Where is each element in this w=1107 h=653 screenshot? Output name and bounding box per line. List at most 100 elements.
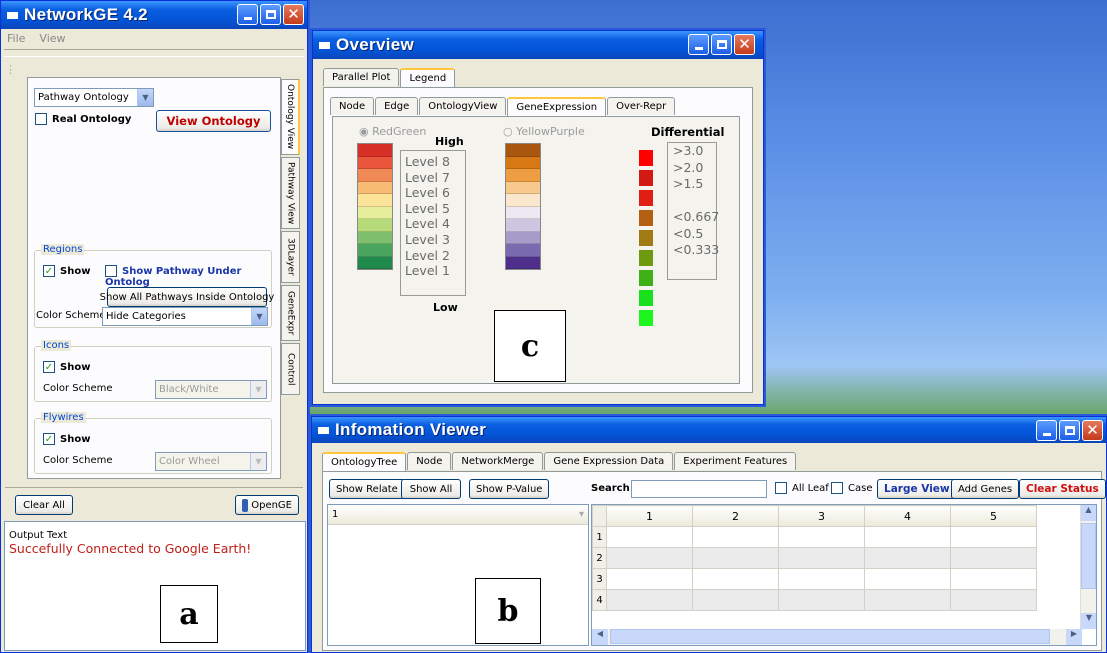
row-header[interactable]: 2 xyxy=(592,547,607,569)
all-leaf-row[interactable]: All Leaf xyxy=(775,482,829,494)
grid-cell[interactable] xyxy=(606,589,693,611)
clear-all-button[interactable]: Clear All xyxy=(15,495,73,515)
show-all-pathways-button[interactable]: Show All Pathways Inside Ontology xyxy=(100,287,274,307)
table-row[interactable]: 4 xyxy=(592,589,1037,611)
tab-ontologytree[interactable]: OntologyTree xyxy=(322,452,407,471)
scroll-right-icon[interactable]: ▶ xyxy=(1066,629,1082,645)
table-row[interactable]: 2 xyxy=(592,547,1037,569)
close-button[interactable]: ✕ xyxy=(1082,420,1103,441)
title-bar[interactable]: NetworkGE 4.2 ✕ xyxy=(1,1,307,29)
row-header[interactable]: 4 xyxy=(592,589,607,611)
grid-cell[interactable] xyxy=(864,589,951,611)
tab-legend[interactable]: Legend xyxy=(400,68,456,87)
add-genes-button[interactable]: Add Genes xyxy=(951,479,1020,499)
scroll-up-icon[interactable]: ▲ xyxy=(1081,505,1096,521)
row-header[interactable]: 3 xyxy=(592,568,607,590)
flywires-show-row[interactable]: ✓ Show xyxy=(43,433,90,445)
column-header[interactable]: 4 xyxy=(864,505,951,527)
grid-cell[interactable] xyxy=(606,526,693,548)
grid-cell[interactable] xyxy=(606,568,693,590)
close-button[interactable]: ✕ xyxy=(734,34,755,55)
tab-node[interactable]: Node xyxy=(407,452,452,470)
tab-geneexpression[interactable]: GeneExpression xyxy=(507,97,607,116)
regions-color-select[interactable]: Hide Categories ▼ xyxy=(102,307,268,326)
column-header[interactable]: 1 xyxy=(606,505,693,527)
large-view-button[interactable]: Large View xyxy=(877,479,957,499)
tab-parallel-plot[interactable]: Parallel Plot xyxy=(323,68,400,86)
vertical-scrollbar[interactable]: ▲ ▼ xyxy=(1080,505,1096,629)
flywires-show-checkbox[interactable]: ✓ xyxy=(43,433,55,445)
show-pathway-checkbox[interactable] xyxy=(105,265,117,277)
show-all-button[interactable]: Show All xyxy=(401,479,461,499)
icons-show-row[interactable]: ✓ Show xyxy=(43,361,90,373)
scroll-hthumb[interactable] xyxy=(610,629,1050,644)
icons-color-select[interactable]: Black/White ▼ xyxy=(155,380,267,399)
regions-show-checkbox[interactable]: ✓ xyxy=(43,265,55,277)
clear-status-button[interactable]: Clear Status xyxy=(1019,479,1106,499)
grid-cell[interactable] xyxy=(950,547,1037,569)
view-ontology-button[interactable]: View Ontology xyxy=(156,110,271,132)
maximize-button[interactable] xyxy=(711,34,732,55)
close-button[interactable]: ✕ xyxy=(283,4,304,25)
grid-cell[interactable] xyxy=(950,526,1037,548)
tab-node[interactable]: Node xyxy=(330,97,375,115)
column-header[interactable]: 3 xyxy=(778,505,865,527)
grid-cell[interactable] xyxy=(778,526,865,548)
regions-show-row[interactable]: ✓ Show xyxy=(43,265,90,277)
title-bar[interactable]: Overview ✕ xyxy=(313,31,763,59)
tab-over-repr[interactable]: Over-Repr xyxy=(607,97,676,115)
scroll-down-icon[interactable]: ▼ xyxy=(1081,613,1096,629)
grid-cell[interactable] xyxy=(692,568,779,590)
show-pathway-row[interactable]: Show Pathway Under Ontolog xyxy=(105,265,271,288)
row-header[interactable]: 1 xyxy=(592,526,607,548)
show-relate-button[interactable]: Show Relate xyxy=(329,479,405,499)
minimize-button[interactable] xyxy=(688,34,709,55)
ontology-select[interactable]: Pathway Ontology ▼ xyxy=(34,88,154,107)
tab-3dlayer[interactable]: 3DLayer xyxy=(281,231,300,283)
menu-file[interactable]: File xyxy=(7,32,25,45)
redgreen-radio[interactable]: ◉ RedGreen xyxy=(359,125,426,138)
grid-cell[interactable] xyxy=(864,526,951,548)
flywires-color-select[interactable]: Color Wheel ▼ xyxy=(155,452,267,471)
tab-gene-expression-data[interactable]: Gene Expression Data xyxy=(544,452,674,470)
title-bar[interactable]: Infomation Viewer ✕ xyxy=(312,417,1106,443)
all-leaf-checkbox[interactable] xyxy=(775,482,787,494)
grid-cell[interactable] xyxy=(778,568,865,590)
yellowpurple-radio[interactable]: ○ YellowPurple xyxy=(503,125,585,138)
real-ontology-row[interactable]: Real Ontology xyxy=(35,113,131,125)
maximize-button[interactable] xyxy=(260,4,281,25)
real-ontology-checkbox[interactable] xyxy=(35,113,47,125)
show-pvalue-button[interactable]: Show P-Value xyxy=(469,479,550,499)
tab-pathway-view[interactable]: Pathway View xyxy=(281,157,300,229)
ontology-tree[interactable]: 1 ▾ xyxy=(327,504,589,646)
minimize-button[interactable] xyxy=(1036,420,1057,441)
horizontal-scrollbar[interactable]: ◀ ▶ xyxy=(592,629,1082,645)
scroll-left-icon[interactable]: ◀ xyxy=(592,629,608,645)
data-grid[interactable]: 123451234 ▲ ▼ ◀ ▶ xyxy=(591,504,1097,646)
menu-view[interactable]: View xyxy=(39,32,65,45)
grid-cell[interactable] xyxy=(864,547,951,569)
grid-cell[interactable] xyxy=(692,547,779,569)
grid-cell[interactable] xyxy=(864,568,951,590)
search-input[interactable] xyxy=(631,480,767,498)
table-row[interactable]: 3 xyxy=(592,568,1037,590)
grid-cell[interactable] xyxy=(778,589,865,611)
grid-cell[interactable] xyxy=(950,589,1037,611)
grid-cell[interactable] xyxy=(606,547,693,569)
tab-control[interactable]: Control xyxy=(281,343,300,395)
tab-ontologyview[interactable]: OntologyView xyxy=(419,97,507,115)
maximize-button[interactable] xyxy=(1059,420,1080,441)
table-row[interactable]: 1 xyxy=(592,526,1037,548)
tab-edge[interactable]: Edge xyxy=(375,97,419,115)
case-row[interactable]: Case xyxy=(831,482,872,494)
tree-header[interactable]: 1 ▾ xyxy=(328,505,588,525)
column-header[interactable]: 5 xyxy=(950,505,1037,527)
grid-cell[interactable] xyxy=(692,526,779,548)
tab-geneexpr[interactable]: GeneExpr xyxy=(281,285,300,341)
scroll-thumb[interactable] xyxy=(1081,523,1096,589)
tab-ontology-view[interactable]: Ontology View xyxy=(281,79,300,155)
tab-networkmerge[interactable]: NetworkMerge xyxy=(452,452,544,470)
icons-show-checkbox[interactable]: ✓ xyxy=(43,361,55,373)
grid-cell[interactable] xyxy=(778,547,865,569)
case-checkbox[interactable] xyxy=(831,482,843,494)
